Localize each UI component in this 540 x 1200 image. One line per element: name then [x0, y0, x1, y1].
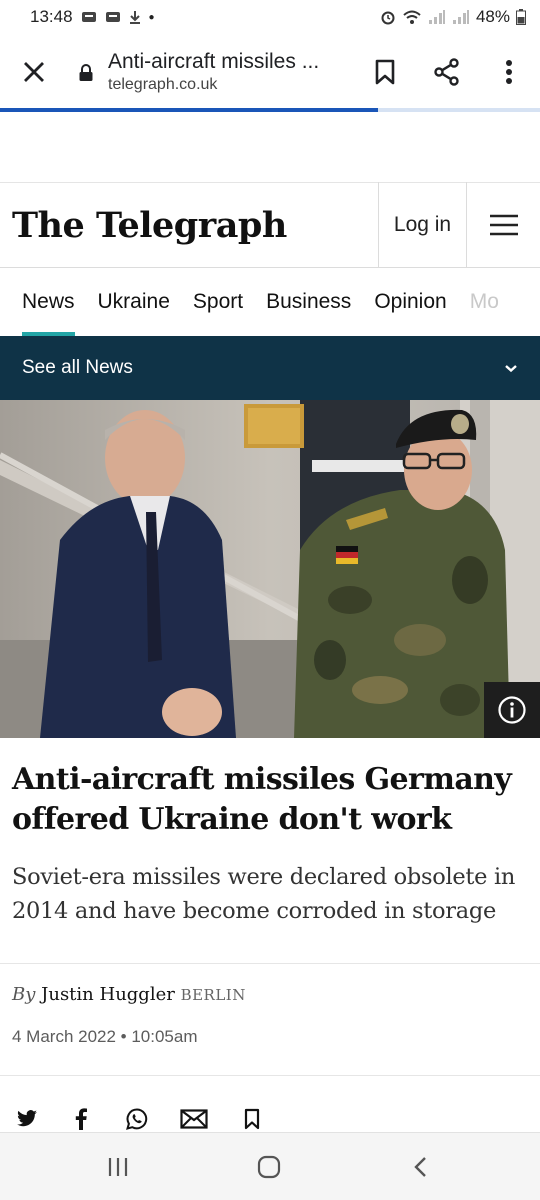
back-button[interactable] — [380, 1133, 460, 1200]
section-nav: News Ukraine Sport Business Opinion Mo — [0, 268, 540, 336]
login-button[interactable]: Log in — [378, 182, 466, 268]
bookmark-icon — [244, 1108, 260, 1130]
share-page-button[interactable] — [416, 34, 478, 110]
image-info-button[interactable] — [484, 682, 540, 738]
telegraph-logo[interactable]: The Telegraph — [0, 205, 378, 246]
system-navigation-bar — [0, 1132, 540, 1200]
share-toolbar — [0, 1102, 540, 1136]
url-domain: telegraph.co.uk — [108, 76, 218, 93]
menu-button[interactable] — [466, 182, 540, 268]
nav-item-news[interactable]: News — [22, 268, 75, 336]
back-icon — [414, 1157, 426, 1177]
bookmark-page-button[interactable] — [354, 34, 416, 110]
recent-apps-button[interactable] — [78, 1133, 158, 1200]
share-facebook-button[interactable] — [64, 1102, 98, 1136]
home-button[interactable] — [229, 1133, 309, 1200]
see-all-news-bar[interactable]: See all News — [0, 336, 540, 400]
whatsapp-icon — [126, 1108, 148, 1130]
close-icon — [24, 62, 44, 82]
recent-apps-icon — [108, 1158, 128, 1176]
hamburger-icon — [489, 214, 518, 236]
nav-item-sport[interactable]: Sport — [193, 268, 243, 336]
status-bar: 13:48 ● 48% — [0, 0, 540, 34]
notification-icon — [81, 12, 96, 22]
nav-item-ukraine[interactable]: Ukraine — [98, 268, 170, 336]
article-hero-image — [0, 400, 540, 738]
info-icon — [498, 696, 526, 724]
download-notification-icon — [129, 11, 140, 24]
page-title-tab: Anti-aircraft missiles ... — [108, 50, 318, 73]
close-tab-button[interactable] — [0, 34, 68, 110]
email-icon — [180, 1109, 208, 1129]
more-notifications-dot: ● — [148, 11, 155, 23]
byline-prefix: By — [12, 984, 36, 1005]
site-masthead: The Telegraph Log in — [0, 182, 540, 268]
see-all-news-label: See all News — [22, 357, 133, 378]
page-load-progress — [0, 108, 540, 112]
hero-photo — [0, 400, 540, 738]
url-display[interactable]: Anti-aircraft missiles ... telegraph.co.… — [68, 50, 354, 94]
browser-toolbar: Anti-aircraft missiles ... telegraph.co.… — [0, 34, 540, 110]
signal-icon — [428, 10, 445, 24]
divider — [0, 963, 540, 964]
bookmark-icon — [375, 59, 395, 85]
signal-icon — [452, 10, 469, 24]
article-standfirst: Soviet-era missiles were declared obsole… — [12, 864, 516, 924]
share-twitter-button[interactable] — [10, 1102, 44, 1136]
battery-percent: 48% — [475, 7, 510, 26]
twitter-icon — [17, 1110, 37, 1127]
facebook-icon — [75, 1108, 87, 1130]
nav-item-more[interactable]: Mo — [470, 268, 499, 336]
status-time: 13:48 — [30, 7, 73, 26]
more-options-button[interactable] — [478, 34, 540, 110]
nav-item-business[interactable]: Business — [266, 268, 351, 336]
more-vert-icon — [506, 60, 512, 84]
chevron-down-icon — [505, 365, 517, 373]
article-byline: By Justin Huggler BERLIN — [12, 984, 246, 1005]
share-whatsapp-button[interactable] — [120, 1102, 154, 1136]
article-headline: Anti-aircraft missiles Germany offered U… — [12, 762, 512, 837]
article-date: 4 March 2022 • 10:05am — [12, 1027, 198, 1046]
share-email-button[interactable] — [177, 1102, 211, 1136]
byline-location: BERLIN — [180, 986, 246, 1004]
notification-icon — [105, 12, 120, 22]
nav-item-opinion[interactable]: Opinion — [374, 268, 446, 336]
battery-icon — [516, 9, 526, 25]
wifi-icon — [403, 10, 421, 24]
home-icon — [257, 1155, 281, 1179]
page-load-progress-fill — [0, 108, 378, 112]
divider — [0, 1075, 540, 1076]
lock-icon — [79, 64, 93, 81]
share-icon — [434, 58, 459, 86]
alarm-icon — [381, 11, 395, 25]
author-link[interactable]: Justin Huggler — [41, 984, 175, 1005]
save-article-button[interactable] — [235, 1102, 269, 1136]
